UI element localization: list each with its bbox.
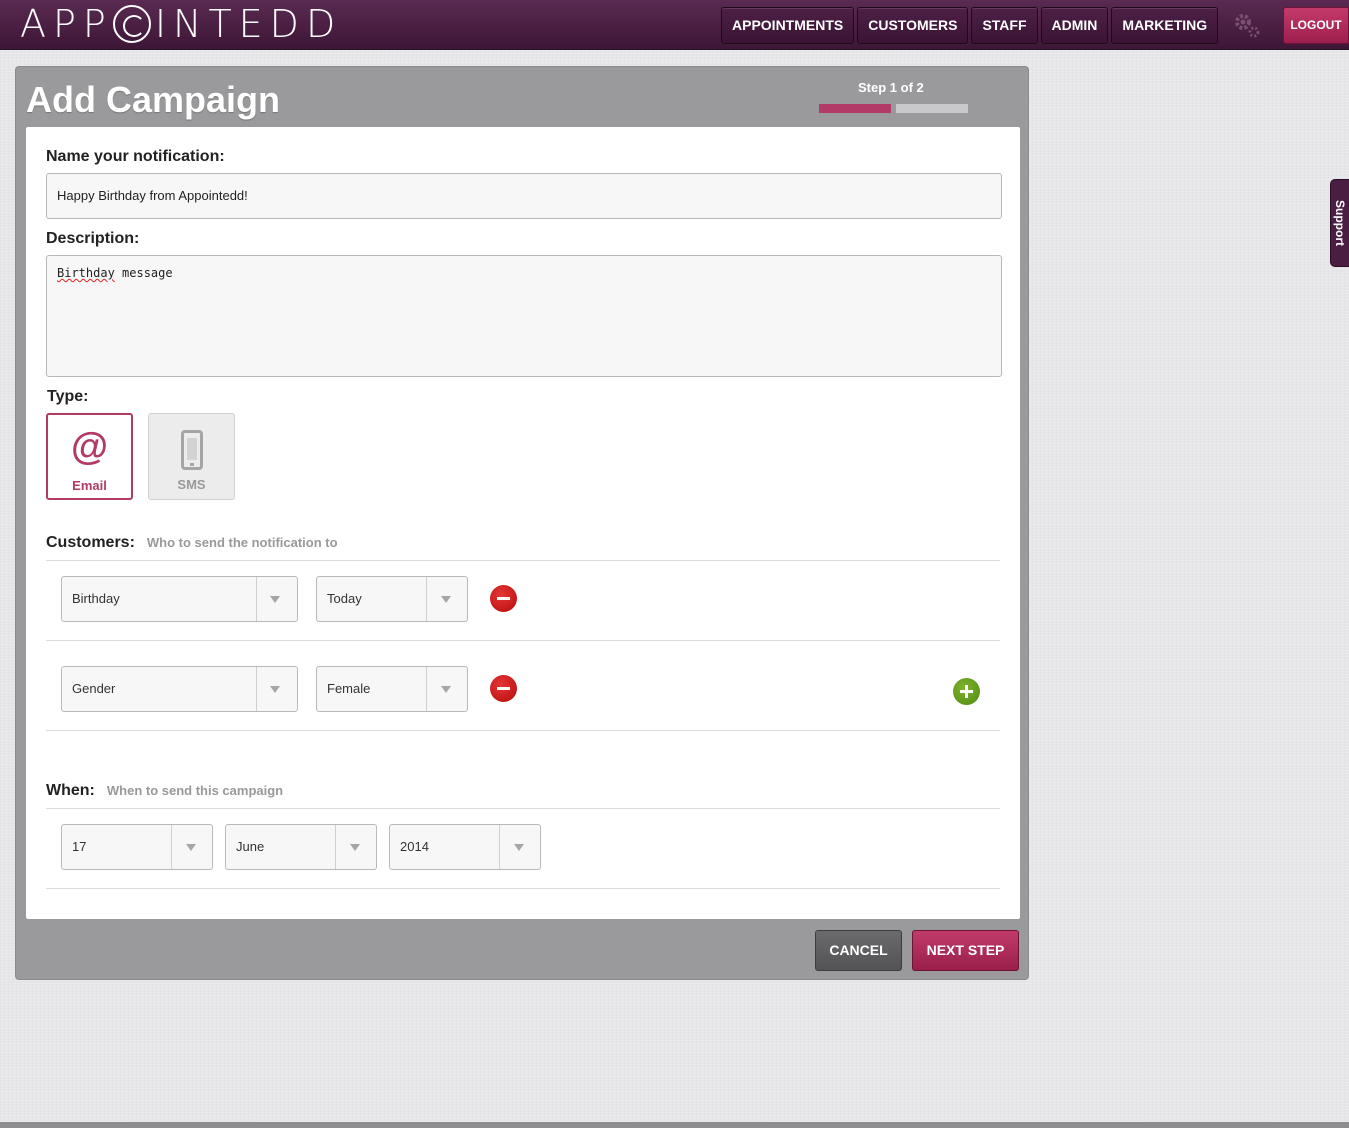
filter-value-select[interactable]: Today [316,576,468,622]
description-text: message [114,266,173,280]
phone-icon [149,426,234,470]
at-icon: @ [70,426,109,468]
page-title: Add Campaign [26,79,281,120]
description-textarea[interactable]: Birthday message [46,255,1002,377]
type-email-label: Email [72,478,107,493]
page-bottom-border [0,1122,1349,1128]
gear-icon[interactable] [1232,10,1262,40]
year-select[interactable]: 2014 [389,824,541,870]
name-label: Name your notification: [46,148,225,165]
nav-admin[interactable]: ADMIN [1040,7,1109,44]
remove-filter-button[interactable] [490,675,517,702]
top-bar: APP INTEDD APPOINTMENTS CUSTOMERS STAFF A… [0,0,1349,50]
chevron-down-icon [350,844,360,851]
chevron-down-icon [441,596,451,603]
type-sms-label: SMS [177,477,206,492]
next-step-button[interactable]: NEXT STEP [912,930,1019,971]
customers-hint: Who to send the notification to [146,535,338,550]
nav-customers[interactable]: CUSTOMERS [857,7,969,44]
day-select[interactable]: 17 [61,824,213,870]
month-select[interactable]: June [225,824,377,870]
step-progress-remaining [896,104,968,113]
rose-logo-icon [112,5,151,43]
when-label: When: [46,782,95,799]
description-label: Description: [46,230,140,247]
divider [46,808,1000,809]
add-filter-button[interactable] [953,678,980,705]
filter-field-select[interactable]: Birthday [61,576,298,622]
step-progress-complete [819,104,891,113]
chevron-down-icon [270,686,280,693]
logout-button[interactable]: LOGOUT [1283,7,1349,44]
filter-value-select[interactable]: Female [316,666,468,712]
cancel-button[interactable]: CANCEL [815,930,902,971]
app-logo[interactable]: APP INTEDD [20,2,342,46]
step-indicator-label: Step 1 of 2 [858,80,924,95]
support-tab-label: Support [1333,200,1347,246]
chevron-down-icon [514,844,524,851]
campaign-form: Name your notification: Happy Birthday f… [26,127,1020,919]
chevron-down-icon [186,844,196,851]
filter-field-select[interactable]: Gender [61,666,298,712]
nav-staff[interactable]: STAFF [971,7,1038,44]
chevron-down-icon [270,596,280,603]
support-tab[interactable]: Support [1330,179,1349,267]
type-label: Type: [47,388,89,405]
type-sms-option[interactable]: SMS [148,413,235,500]
nav-marketing[interactable]: MARKETING [1111,7,1219,44]
add-campaign-panel: Add Campaign Step 1 of 2 Name your notif… [15,66,1029,980]
customers-label: Customers: [46,534,135,551]
divider [46,888,1000,889]
divider [46,640,1000,641]
remove-filter-button[interactable] [490,585,517,612]
notification-name-input[interactable]: Happy Birthday from Appointedd! [46,173,1002,219]
divider [46,730,1000,731]
when-hint: When to send this campaign [106,783,284,798]
customers-section-header: Customers: Who to send the notification t… [46,534,338,552]
divider [46,560,1000,561]
when-section-header: When: When to send this campaign [46,782,283,800]
main-nav: APPOINTMENTS CUSTOMERS STAFF ADMIN MARKE… [721,7,1219,44]
nav-appointments[interactable]: APPOINTMENTS [721,7,855,44]
spellcheck-word: Birthday [57,266,115,280]
type-email-option[interactable]: @ Email [46,413,133,500]
chevron-down-icon [441,686,451,693]
